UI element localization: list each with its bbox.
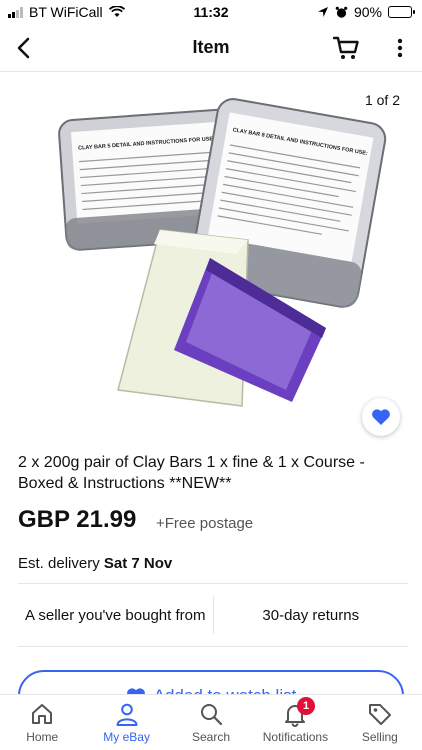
tab-search-label: Search [192,730,231,744]
cart-icon[interactable] [332,34,360,62]
image-counter: 1 of 2 [364,92,400,108]
tab-notifications[interactable]: 1 Notifications [253,695,337,750]
tab-search[interactable]: Search [169,695,253,750]
tab-home[interactable]: Home [0,695,84,750]
battery-percent: 90% [353,4,382,20]
bottom-tab-bar: Home My eBay Search 1 Notifications Sell… [0,694,422,750]
search-icon [201,704,223,726]
product-title: 2 x 200g pair of Clay Bars 1 x fine & 1 … [18,454,365,492]
postage: +Free postage [156,515,254,532]
tag-icon [368,704,391,725]
image-gallery[interactable]: CLAY BAR 5 DETAIL AND INSTRUCTIONS FOR U… [0,72,422,440]
person-icon [116,703,138,726]
home-icon [32,704,53,724]
tab-my-ebay[interactable]: My eBay [84,695,168,750]
notification-badge: 1 [297,697,316,715]
more-icon[interactable] [390,36,410,60]
product-photo: CLAY BAR 5 DETAIL AND INSTRUCTIONS FOR U… [58,98,387,407]
battery-icon [388,6,415,18]
estimated-delivery: Est. delivery Sat 7 Nov [18,555,172,572]
status-bar: BT WiFiCall 11:32 90% [0,0,422,24]
tab-selling-label: Selling [361,730,398,744]
returns-perk: 30-day returns [262,606,360,624]
heart-icon [372,409,390,425]
delivery-date: Sat 7 Nov [103,555,173,572]
location-icon [317,7,328,17]
delivery-label: Est. delivery [18,555,100,572]
perks-row: A seller you've bought from 30-day retur… [18,583,408,647]
tab-selling[interactable]: Selling [338,695,422,750]
alarm-icon [335,6,348,18]
watch-heart-button[interactable] [362,398,400,436]
status-right: 90% [317,4,415,20]
tab-notifications-label: Notifications [262,730,329,744]
top-nav-bar: Item [0,24,422,72]
price: GBP 21.99 [18,506,137,533]
tab-my-ebay-label: My eBay [103,730,150,744]
tab-home-label: Home [26,730,59,744]
seller-perk: A seller you've bought from [25,606,206,624]
